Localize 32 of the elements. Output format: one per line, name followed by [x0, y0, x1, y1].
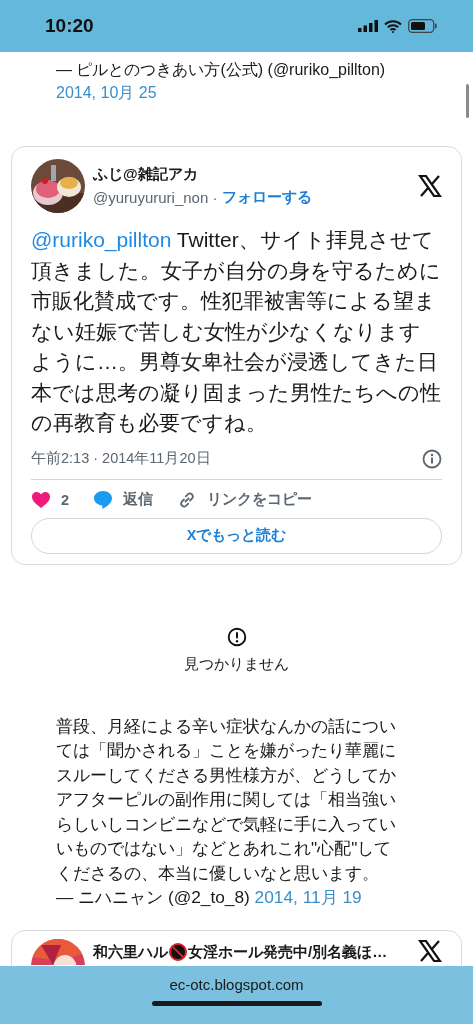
heart-icon[interactable]: [31, 490, 51, 509]
copy-link[interactable]: リンクをコピー: [207, 490, 313, 509]
quote-attribution: — ニハニャン (@2_to_8): [56, 887, 250, 907]
alert-icon: [226, 626, 247, 647]
scrollbar[interactable]: [466, 84, 469, 118]
tweet-text: @ruriko_pillton Twitter、サイト拝見させて頂きました。女子が自分の身を守るために市販化賛成です。性犯罪被害等による望まない妊娠で苦しむ女性が少なくなりますように…。男尊女卑社会が浸透してきた日本では思考の凝り固まった男性たちへの性の再教育も必要ですね。: [31, 227, 442, 436]
quote-text: 普段、月経による辛い症状なんかの話については「聞かされる」ことを嫌がったり華麗にスルーしてくださる男性様方が、どうしてかアフターピルの副作用に関しては「相当強いらしいしコンビニなどで気軽に手に入っていいものではない」などとあれこれ"心配"してくださるの、本当に優しいなと思います。: [56, 714, 397, 885]
battery-icon: [408, 19, 437, 33]
not-found-message: 見つかりません: [184, 654, 289, 674]
date-link[interactable]: 2014, 10月 25: [56, 84, 157, 101]
quote-attribution: — ピルとのつきあい方(公式) (@ruriko_pillton): [56, 60, 387, 80]
signal-icon: [358, 20, 378, 32]
separator-dot: ·: [211, 189, 219, 206]
x-logo-icon[interactable]: [418, 938, 442, 963]
info-icon[interactable]: [422, 448, 442, 469]
url-text[interactable]: ec-otc.blogspot.com: [169, 976, 304, 993]
like-count: 2: [61, 491, 70, 508]
reply-link[interactable]: 返信: [123, 490, 154, 509]
date-link[interactable]: 2014, 11月 19: [254, 887, 362, 907]
mention-link[interactable]: @ruriko_pillton: [31, 228, 172, 251]
read-more-button[interactable]: Xでもっと読む: [31, 517, 442, 554]
follow-link[interactable]: フォローする: [221, 188, 312, 207]
author-handle: @yuruyururi_non: [93, 189, 209, 206]
x-logo-icon[interactable]: [418, 174, 442, 198]
tweet-timestamp[interactable]: 午前2:13 · 2014年11月20日: [31, 449, 211, 468]
no-under-18-icon: [169, 943, 187, 961]
author-name: ふじ@雑記アカ: [93, 165, 199, 184]
author-name: 和六里ハル: [93, 942, 168, 962]
wifi-icon: [384, 19, 402, 33]
speech-bubble-icon[interactable]: [93, 489, 114, 510]
author-name: 女淫ホール発売中/別名義ほ…: [188, 942, 388, 962]
status-time: 10:20: [45, 15, 94, 37]
